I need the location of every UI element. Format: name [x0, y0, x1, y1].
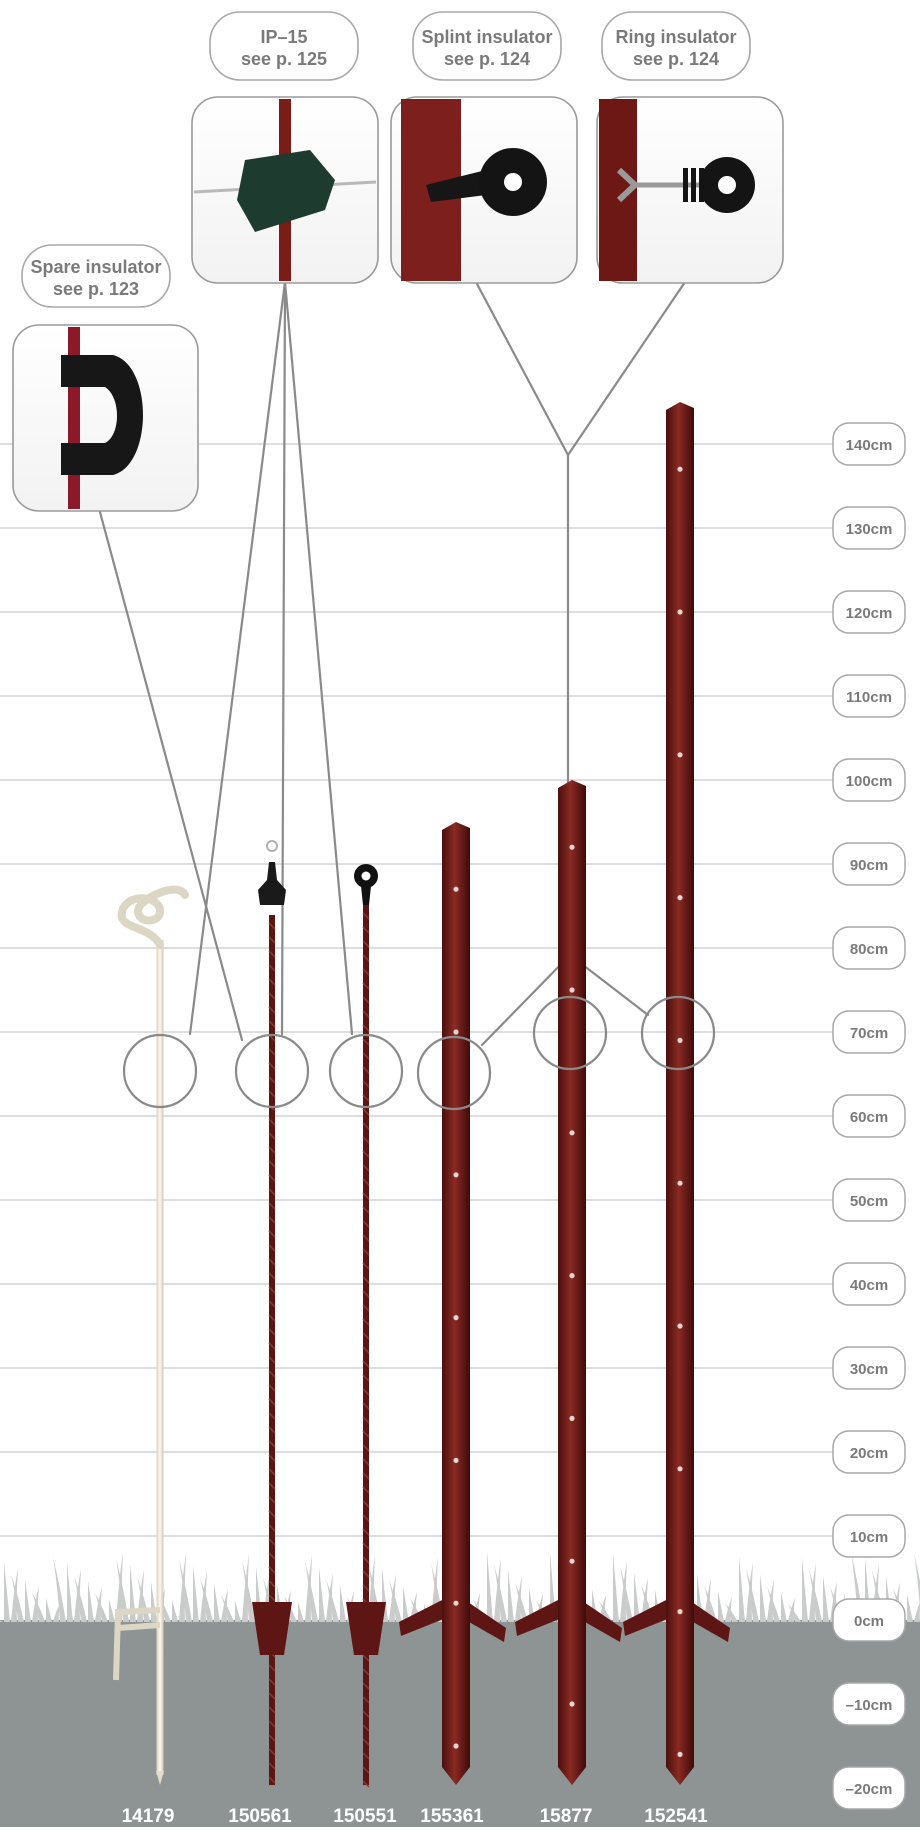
callout-ring: Ring insulatorsee p. 124: [596, 11, 784, 284]
attachment-circles: [122, 995, 716, 1111]
height-scale: 140cm 130cm 120cm 110cm 100cm 90cm 80cm 70cm 60c…: [832, 422, 906, 1810]
callout-page-ref: see p. 124: [633, 49, 719, 69]
scale-label: 90cm: [832, 842, 906, 886]
scale-label: 80cm: [832, 926, 906, 970]
callout-title: Ring insulator: [616, 27, 737, 47]
scale-label: 10cm: [832, 1514, 906, 1558]
product-code-155361: 155361: [420, 1806, 484, 1827]
svg-text:100cm: 100cm: [846, 773, 893, 790]
svg-text:120cm: 120cm: [846, 605, 893, 622]
scale-label: 120cm: [832, 590, 906, 634]
product-code-14179: 14179: [122, 1806, 175, 1827]
svg-text:50cm: 50cm: [850, 1193, 888, 1210]
callout-title: Spare insulator: [30, 257, 161, 277]
scale-label: 60cm: [832, 1094, 906, 1138]
product-code-152541: 152541: [644, 1806, 708, 1827]
scale-label: 20cm: [832, 1430, 906, 1474]
callout-ip15: IP–15see p. 125: [191, 11, 379, 284]
diagram-canvas: 140cm 130cm 120cm 110cm 100cm 90cm 80cm 70cm 60c…: [0, 11, 920, 1827]
post-height-diagram: 140cm 130cm 120cm 110cm 100cm 90cm 80cm 70cm 60c…: [0, 0, 920, 1827]
scale-label: –20cm: [832, 1766, 906, 1810]
leader-ip15-b: [280, 280, 287, 1036]
svg-text:70cm: 70cm: [850, 1025, 888, 1042]
ip15-insulator-icon: [191, 96, 379, 284]
callout-page-ref: see p. 124: [444, 49, 530, 69]
svg-text:30cm: 30cm: [850, 1361, 888, 1378]
scale-label: 110cm: [832, 674, 906, 718]
svg-text:10cm: 10cm: [850, 1529, 888, 1546]
post-152541: [623, 402, 730, 1785]
ring-insulator-icon: [596, 96, 784, 284]
svg-text:80cm: 80cm: [850, 941, 888, 958]
svg-text:40cm: 40cm: [850, 1277, 888, 1294]
scale-label: 30cm: [832, 1346, 906, 1390]
scale-label: 70cm: [832, 1010, 906, 1054]
svg-text:–10cm: –10cm: [846, 1697, 893, 1714]
svg-text:130cm: 130cm: [846, 521, 893, 538]
svg-text:90cm: 90cm: [850, 857, 888, 874]
svg-text:60cm: 60cm: [850, 1109, 888, 1126]
product-code-15877: 15877: [540, 1806, 593, 1827]
svg-text:140cm: 140cm: [846, 437, 893, 454]
callout-title: Splint insulator: [421, 27, 552, 47]
scale-label: 50cm: [832, 1178, 906, 1222]
scale-label: –10cm: [832, 1682, 906, 1726]
spare-insulator-icon: [12, 324, 199, 512]
svg-text:110cm: 110cm: [846, 689, 892, 706]
callout-splint: Splint insulatorsee p. 124: [390, 11, 578, 284]
scale-label: 40cm: [832, 1262, 906, 1306]
scale-label: 130cm: [832, 506, 906, 550]
leader-ip15-c: [283, 280, 354, 1036]
callout-page-ref: see p. 123: [53, 279, 139, 299]
callout-spare: Spare insulatorsee p. 123: [12, 244, 199, 512]
svg-text:20cm: 20cm: [850, 1445, 888, 1462]
svg-text:0cm: 0cm: [854, 1613, 884, 1630]
svg-text:–20cm: –20cm: [846, 1781, 893, 1798]
leader-spare: [98, 510, 244, 1042]
callout-title: IP–15: [260, 27, 307, 47]
scale-label: 140cm: [832, 422, 906, 466]
callout-page-ref: see p. 125: [241, 49, 327, 69]
scale-label: 100cm: [832, 758, 906, 802]
splint-insulator-icon: [390, 96, 578, 284]
product-code-150551: 150551: [333, 1806, 397, 1827]
leader-splint-ring-left: [474, 280, 570, 457]
product-code-150561: 150561: [228, 1806, 292, 1827]
scale-label: 0cm: [832, 1598, 906, 1642]
